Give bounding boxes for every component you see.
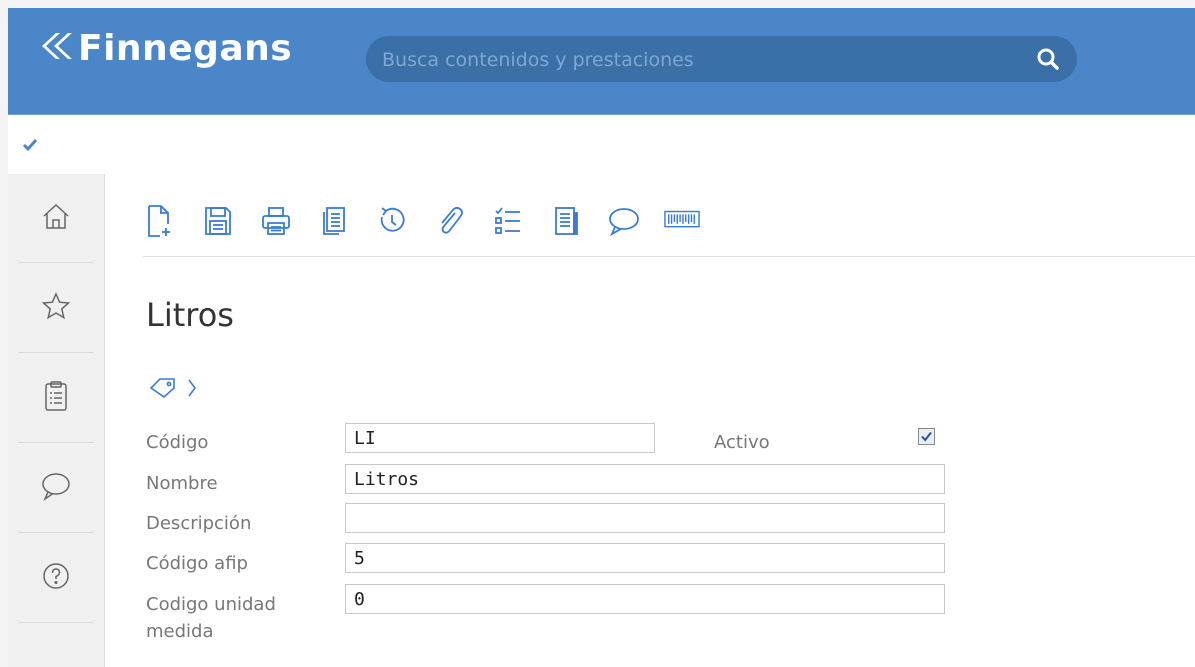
sidebar-home[interactable] [18,174,94,263]
search-icon[interactable] [1035,46,1061,72]
attachment-icon[interactable] [432,201,468,241]
history-icon[interactable] [374,201,410,241]
toolbar [142,191,722,251]
sidebar-help[interactable] [18,534,94,623]
sidebar [8,174,105,667]
brand-mark-icon [38,29,72,67]
search-input[interactable] [380,46,984,74]
codigo-label: Código [146,432,209,453]
comment-icon[interactable] [606,201,642,241]
codigo-afip-label: Código afip [146,553,248,574]
star-icon [41,291,71,325]
nav-item-administracion[interactable]: Administración [220,133,399,157]
nav-item-hcm[interactable]: HCM [603,133,657,157]
new-document-icon[interactable] [142,201,178,241]
checklist-icon[interactable] [490,201,526,241]
nav-item-produccion[interactable]: Producción [695,133,827,157]
app-frame: Finnegans Operación Administración CRM [8,8,1195,667]
help-icon [41,561,71,595]
home-icon [41,201,71,235]
tag-icon[interactable] [148,376,178,404]
codigo-field[interactable] [345,423,655,453]
copy-icon[interactable] [316,201,352,241]
brand-logo[interactable]: Finnegans [38,23,292,73]
barcode-icon[interactable] [664,201,700,241]
main-nav: Operación Administración CRM WS HCM Prod… [8,114,1195,175]
page-title: Litros [146,296,234,334]
nav-item-operacion[interactable]: Operación [61,133,182,157]
nombre-label: Nombre [146,473,218,494]
report-icon[interactable] [548,201,584,241]
save-icon[interactable] [200,201,236,241]
tag-row [148,376,198,404]
activo-label: Activo [714,432,770,453]
activo-checkbox[interactable] [918,428,935,445]
sidebar-tasks[interactable] [18,354,94,443]
sidebar-favorites[interactable] [18,264,94,353]
descripcion-label: Descripción [146,513,252,534]
codigo-afip-field[interactable] [345,543,945,573]
chevron-right-icon[interactable] [186,376,198,404]
codigo-unidad-label-line2: medida [146,621,214,642]
nombre-field[interactable] [345,464,945,494]
sidebar-chat[interactable] [18,444,94,533]
print-icon[interactable] [258,201,294,241]
toolbar-divider [143,256,1195,257]
chat-icon [40,471,72,505]
header-bar: Finnegans Operación Administración CRM [8,8,1195,157]
codigo-unidad-field[interactable] [345,584,945,614]
search-box [366,36,1077,82]
nav-item-crm[interactable]: CRM [436,133,488,157]
nav-item-agricultura[interactable]: Agricultura [865,133,998,157]
nav-item-ws[interactable]: WS [527,133,565,157]
descripcion-field[interactable] [345,503,945,533]
brand-name: Finnegans [78,27,293,69]
checkbox-menu-icon[interactable] [19,134,41,156]
codigo-unidad-label-line1: Codigo unidad [146,594,276,615]
clipboard-icon [41,380,71,416]
